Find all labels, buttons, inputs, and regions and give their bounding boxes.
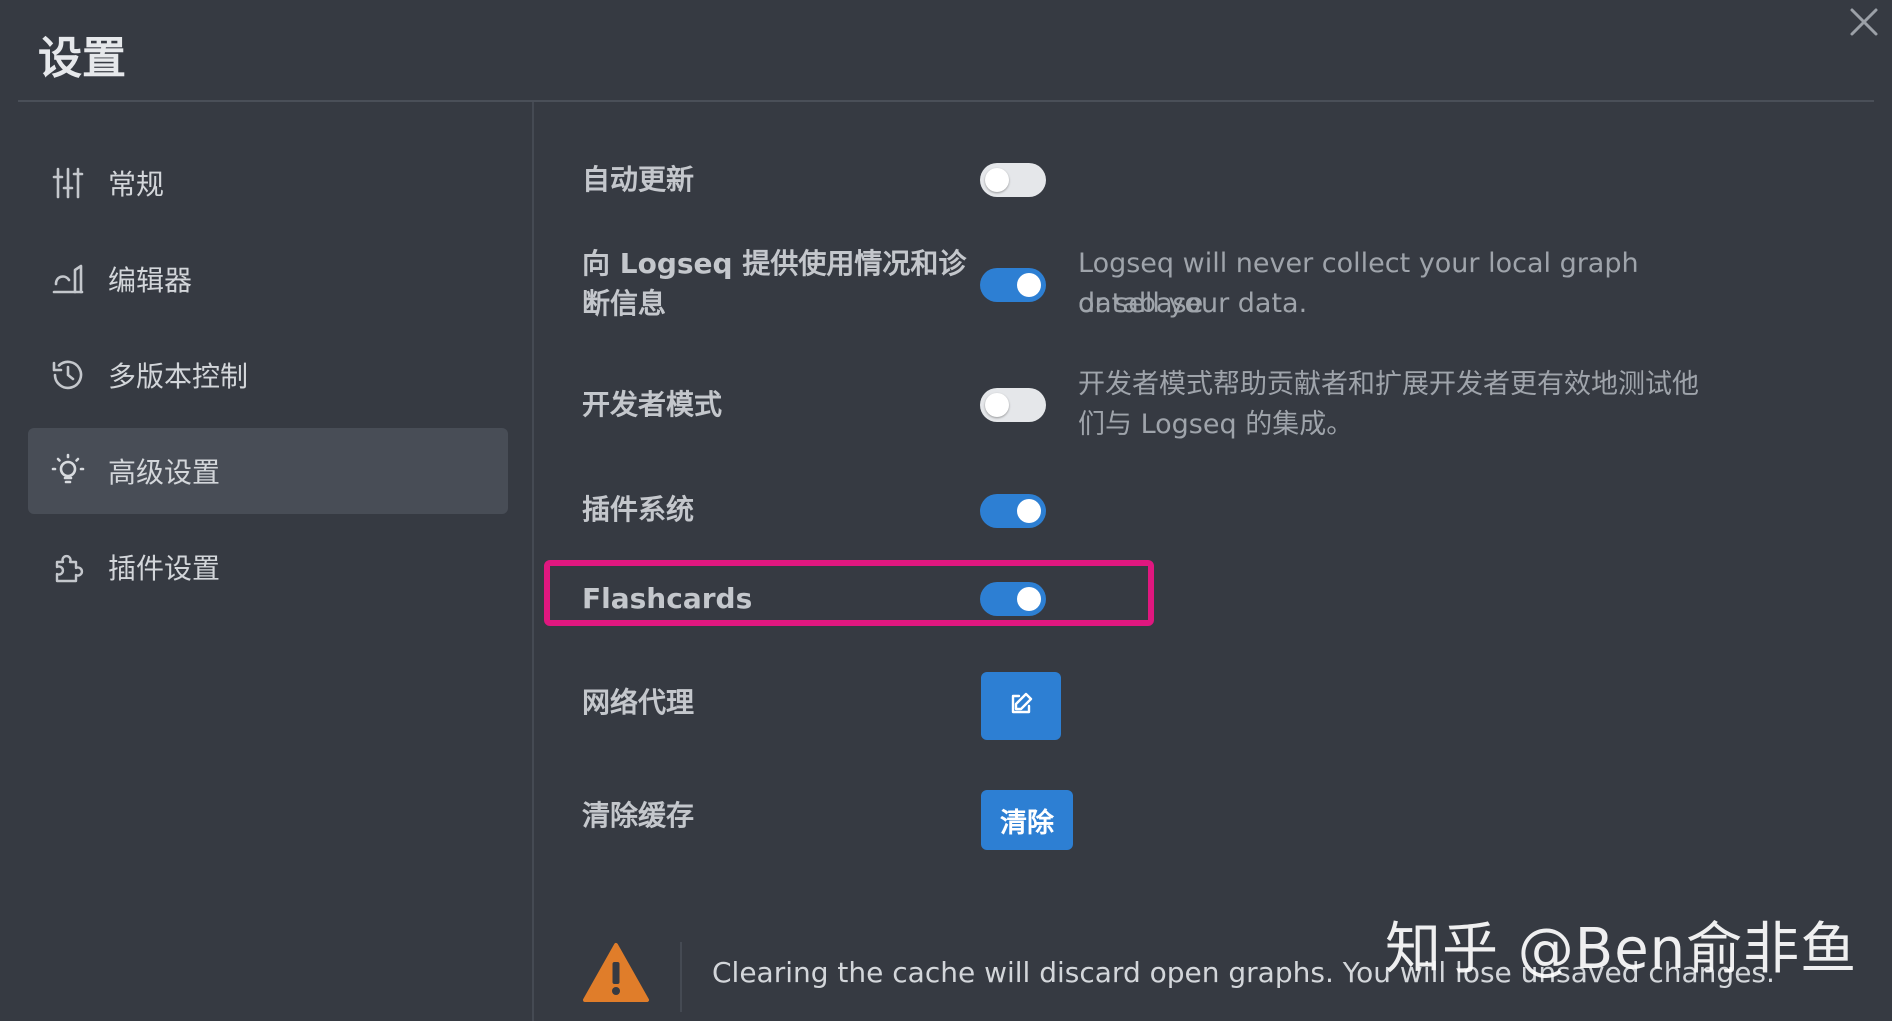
lightbulb-icon <box>48 451 88 491</box>
developer-mode-description-line2: 们与 Logseq 的集成。 <box>1078 409 1354 440</box>
sidebar-item-label: 编辑器 <box>108 264 193 297</box>
sidebar-item-label: 插件设置 <box>108 552 221 585</box>
sidebar-item-label: 高级设置 <box>108 456 221 489</box>
toggle-knob <box>1017 273 1041 297</box>
warning-divider <box>680 942 682 1012</box>
telemetry-label-line1: 向 Logseq 提供使用情况和诊 <box>582 247 967 280</box>
telemetry-toggle[interactable] <box>980 268 1046 302</box>
plugin-system-label: 插件系统 <box>582 493 695 526</box>
warning-icon <box>582 942 650 1004</box>
network-proxy-edit-button[interactable] <box>981 672 1061 740</box>
network-proxy-label: 网络代理 <box>582 686 695 719</box>
settings-sidebar: 常规 编辑器 多版本控制 高级设置 插件设置 <box>0 102 532 1021</box>
developer-mode-toggle[interactable] <box>980 388 1046 422</box>
developer-mode-description-line1: 开发者模式帮助贡献者和扩展开发者更有效地测试他 <box>1078 369 1699 400</box>
clear-cache-button[interactable]: 清除 <box>981 790 1073 850</box>
settings-header: 设置 <box>0 0 1892 102</box>
sidebar-item-label: 多版本控制 <box>108 360 249 393</box>
toggle-knob <box>985 168 1009 192</box>
auto-update-toggle[interactable] <box>980 163 1046 197</box>
toggle-knob <box>985 393 1009 417</box>
sidebar-item-editor[interactable]: 编辑器 <box>28 236 508 322</box>
flashcards-toggle[interactable] <box>980 582 1046 616</box>
flashcards-label: Flashcards <box>582 582 753 615</box>
plugin-system-toggle[interactable] <box>980 494 1046 528</box>
toggle-knob <box>1017 587 1041 611</box>
puzzle-icon <box>48 547 88 587</box>
watermark: 知乎 @Ben俞非鱼 <box>1385 917 1858 982</box>
page-title: 设置 <box>38 33 126 84</box>
developer-mode-label: 开发者模式 <box>582 388 723 421</box>
telemetry-label-line2: 断信息 <box>582 287 667 320</box>
edit-icon <box>1008 691 1034 721</box>
sidebar-item-plugins[interactable]: 插件设置 <box>28 524 508 610</box>
close-icon[interactable] <box>1844 2 1884 42</box>
sidebar-item-label: 常规 <box>108 168 165 201</box>
editor-icon <box>48 259 88 299</box>
toggle-knob <box>1017 499 1041 523</box>
clear-cache-label: 清除缓存 <box>582 799 695 832</box>
history-icon <box>48 355 88 395</box>
sliders-icon <box>48 163 88 203</box>
sidebar-item-general[interactable]: 常规 <box>28 140 508 226</box>
telemetry-description-line2: or sell your data. <box>1078 288 1308 319</box>
sidebar-item-version-control[interactable]: 多版本控制 <box>28 332 508 418</box>
auto-update-label: 自动更新 <box>582 163 695 196</box>
sidebar-item-advanced[interactable]: 高级设置 <box>28 428 508 514</box>
sidebar-divider <box>532 102 534 1021</box>
